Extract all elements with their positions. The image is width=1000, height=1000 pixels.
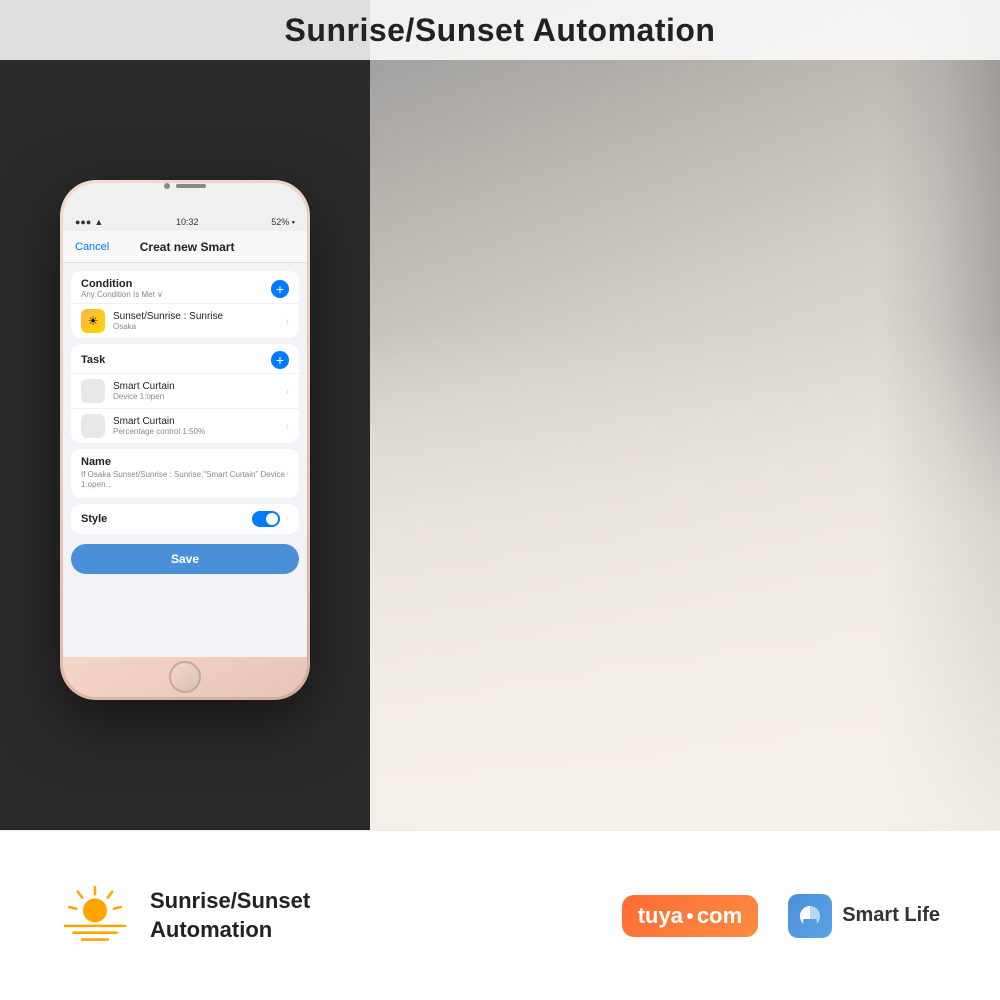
signal-icon: ●●● [75, 217, 91, 227]
task-item-1-title: Smart Curtain [113, 381, 278, 392]
name-section[interactable]: Name If Osaka Sunset/Sunrise : Sunrise,"… [71, 449, 299, 498]
speaker-bar [176, 184, 206, 188]
name-label: Name [81, 456, 286, 468]
app-content: Condition Any Condition Is Met ∨ + ☀ Sun… [63, 263, 307, 657]
phone-frame: ●●● ▲ 10:32 52% ▪ Cancel Creat new Smart [60, 180, 310, 700]
add-task-button[interactable]: + [271, 351, 289, 369]
app-nav-bar: Cancel Creat new Smart [63, 231, 307, 263]
style-chevron: › [286, 513, 289, 524]
curtain-icon-2 [81, 414, 105, 438]
bottom-left: Sunrise/Sunset Automation [60, 883, 310, 948]
task-item-1-text: Smart Curtain Device 1:open [113, 381, 278, 401]
smartlife-label: Smart Life [842, 904, 940, 927]
curtain-icon-1 [81, 379, 105, 403]
smartlife-svg [796, 902, 824, 930]
condition-item-subtitle: Osaka [113, 322, 278, 331]
left-panel: ●●● ▲ 10:32 52% ▪ Cancel Creat new Smart [0, 0, 370, 830]
task-item-1[interactable]: Smart Curtain Device 1:open › [71, 373, 299, 408]
battery-indicator: 52% ▪ [271, 217, 295, 227]
add-condition-button[interactable]: + [271, 280, 289, 298]
smartlife-icon [788, 894, 832, 938]
condition-card: Condition Any Condition Is Met ∨ + ☀ Sun… [71, 271, 299, 338]
tuya-com: com [697, 903, 742, 929]
bottom-label-line2: Automation [150, 916, 310, 945]
top-section: Sunrise/Sunset Automation [0, 0, 1000, 830]
status-time: 10:32 [176, 217, 199, 227]
title-bar: Sunrise/Sunset Automation [0, 0, 1000, 60]
task-title: Task [81, 354, 105, 366]
bedroom-background [370, 0, 1000, 830]
task-item-2-text: Smart Curtain Percentage control 1:50% [113, 416, 278, 436]
task-item-1-subtitle: Device 1:open [113, 392, 278, 401]
status-right: 52% ▪ [271, 217, 295, 227]
nav-title: Creat new Smart [140, 240, 235, 254]
task-header: Task + [71, 344, 299, 373]
camera-dot [164, 183, 170, 189]
condition-item-chevron: › [286, 316, 289, 327]
sunrise-svg-icon [60, 883, 130, 943]
task-item-2-title: Smart Curtain [113, 416, 278, 427]
condition-title: Condition [81, 278, 163, 290]
condition-item-text: Sunset/Sunrise : Sunrise Osaka [113, 311, 278, 331]
condition-subtitle: Any Condition Is Met ∨ [81, 290, 163, 299]
sunrise-icon-container [60, 883, 130, 948]
name-chevron: › [286, 468, 289, 479]
phone-top-bar [63, 183, 307, 213]
phone-screen: ●●● ▲ 10:32 52% ▪ Cancel Creat new Smart [63, 183, 307, 697]
person-overlay [370, 330, 1000, 830]
task-item-2[interactable]: Smart Curtain Percentage control 1:50% › [71, 408, 299, 443]
bottom-right: tuya com Smart Life [622, 894, 940, 938]
task-item-2-subtitle: Percentage control 1:50% [113, 427, 278, 436]
name-value: If Osaka Sunset/Sunrise : Sunrise,"Smart… [81, 470, 286, 491]
tuya-label: tuya [638, 903, 683, 929]
home-button[interactable] [169, 661, 201, 693]
sunrise-condition-icon: ☀ [81, 309, 105, 333]
tuya-logo[interactable]: tuya com [622, 895, 759, 937]
tuya-dot [687, 913, 693, 919]
condition-label-group: Condition Any Condition Is Met ∨ [81, 278, 163, 299]
save-button[interactable]: Save [71, 544, 299, 574]
condition-item-title: Sunset/Sunrise : Sunrise [113, 311, 278, 322]
wifi-icon: ▲ [94, 217, 103, 227]
style-section[interactable]: Style › [71, 504, 299, 534]
bottom-label-text: Sunrise/Sunset Automation [150, 887, 310, 944]
style-controls: › [252, 511, 289, 527]
bottom-section: Sunrise/Sunset Automation tuya com Smar [0, 830, 1000, 1000]
page-wrapper: Sunrise/Sunset Automation [0, 0, 1000, 1000]
smartlife-logo[interactable]: Smart Life [788, 894, 940, 938]
cancel-button[interactable]: Cancel [75, 241, 109, 253]
right-panel [370, 0, 1000, 830]
task-card: Task + [71, 344, 299, 443]
task-item-1-chevron: › [286, 386, 289, 397]
name-content: Name If Osaka Sunset/Sunrise : Sunrise,"… [81, 456, 286, 491]
style-label: Style [81, 513, 107, 525]
phone-home-area [63, 657, 307, 697]
status-bar: ●●● ▲ 10:32 52% ▪ [63, 213, 307, 231]
status-left: ●●● ▲ [75, 217, 103, 227]
condition-header: Condition Any Condition Is Met ∨ + [71, 271, 299, 303]
task-item-2-chevron: › [286, 421, 289, 432]
page-title: Sunrise/Sunset Automation [285, 12, 716, 49]
phone-notch [164, 183, 206, 189]
style-toggle[interactable] [252, 511, 280, 527]
condition-item[interactable]: ☀ Sunset/Sunrise : Sunrise Osaka › [71, 303, 299, 338]
bottom-label-line1: Sunrise/Sunset [150, 887, 310, 916]
phone: ●●● ▲ 10:32 52% ▪ Cancel Creat new Smart [60, 180, 310, 700]
